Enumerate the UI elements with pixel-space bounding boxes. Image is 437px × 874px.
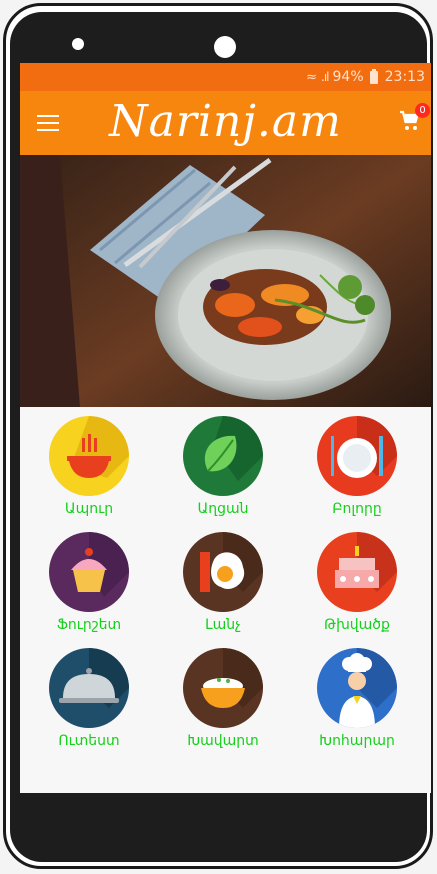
- egg-bacon-icon: [183, 532, 263, 612]
- clock: 23:13: [384, 69, 425, 85]
- phone-camera: [214, 36, 236, 58]
- app-title: Narinj.am: [109, 96, 342, 147]
- category-label: Խոհարար: [319, 733, 395, 749]
- wifi-icon: ≈: [306, 69, 318, 85]
- category-label: Աղցան: [197, 501, 249, 517]
- category-dishes[interactable]: Ուտեստ: [29, 648, 149, 750]
- category-all[interactable]: Բոլորը: [297, 416, 417, 518]
- category-lunch[interactable]: Լանչ: [163, 532, 283, 634]
- category-label: Բոլորը: [332, 501, 382, 517]
- category-label: Լանչ: [205, 617, 241, 633]
- soup-bowl-icon: [49, 416, 129, 496]
- category-chef[interactable]: Խոհարար: [297, 648, 417, 750]
- category-label: Ապուր: [64, 501, 114, 517]
- cart-count-badge: 0: [415, 103, 430, 118]
- cake-icon: [317, 532, 397, 612]
- phone-speaker: [72, 38, 84, 50]
- category-label: Թխվածք: [324, 617, 390, 633]
- category-label: Ուտեստ: [58, 733, 120, 749]
- app-screen: ≈ .ıl 94% 23:13 Narinj.am 0 Ապուր Աղցան …: [20, 63, 431, 793]
- category-soup[interactable]: Ապուր: [29, 416, 149, 518]
- battery-percent: 94%: [332, 69, 364, 85]
- signal-icon: .ıl: [321, 70, 330, 84]
- cart-button[interactable]: 0: [398, 103, 430, 139]
- app-bar: Narinj.am 0: [20, 91, 431, 155]
- rice-bowl-icon: [183, 648, 263, 728]
- status-bar: ≈ .ıl 94% 23:13: [20, 63, 431, 91]
- salad-leaf-icon: [183, 416, 263, 496]
- category-salad[interactable]: Աղցան: [163, 416, 283, 518]
- category-label: Ֆուրշետ: [56, 617, 122, 633]
- category-bakery[interactable]: Թխվածք: [297, 532, 417, 634]
- category-grid: Ապուր Աղցան Բոլորը Ֆուրշետ Լանչ Թխվածք Ո…: [20, 408, 431, 793]
- plate-cutlery-icon: [317, 416, 397, 496]
- category-label: Խավարտ: [187, 733, 259, 749]
- category-garnish[interactable]: Խավարտ: [163, 648, 283, 750]
- chef-icon: [317, 648, 397, 728]
- battery-icon: [369, 68, 378, 84]
- cupcake-icon: [49, 532, 129, 612]
- hero-food-image: [20, 155, 431, 407]
- cloche-icon: [49, 648, 129, 728]
- category-buffet[interactable]: Ֆուրշետ: [29, 532, 149, 634]
